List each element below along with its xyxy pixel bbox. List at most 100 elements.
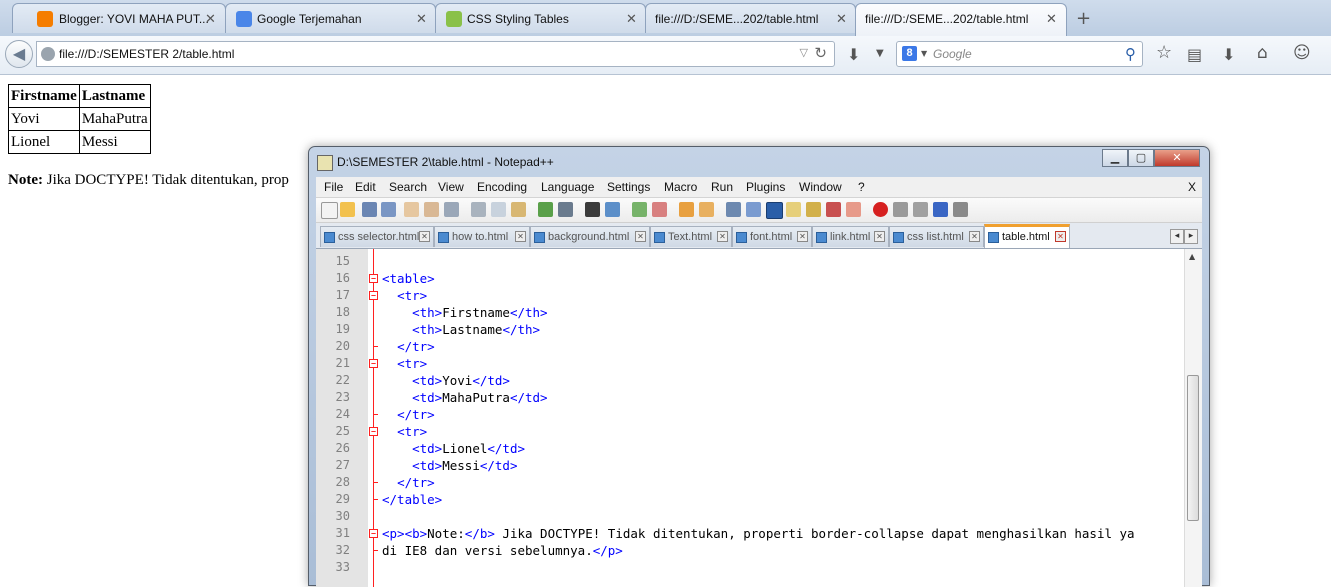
menu-help[interactable]: ? — [858, 180, 865, 194]
close-doc-icon[interactable]: ✕ — [969, 231, 980, 242]
save-icon[interactable] — [362, 202, 377, 217]
show-all-chars-icon[interactable] — [746, 202, 761, 217]
code-line[interactable]: 18 <th>Firstname</th> — [316, 304, 1182, 321]
indent-guide-icon[interactable] — [766, 202, 783, 219]
redo-icon[interactable] — [558, 202, 573, 217]
fold-toggle-icon[interactable]: − — [369, 274, 378, 283]
close-tab-icon[interactable]: ✕ — [836, 11, 847, 27]
vertical-scrollbar[interactable]: ▲ — [1184, 249, 1202, 587]
sync-vertical-icon[interactable] — [679, 202, 694, 217]
menu-macro[interactable]: Macro — [664, 180, 697, 194]
browser-tab[interactable]: Google Terjemahan ✕ — [225, 3, 436, 33]
code-line[interactable]: 26 <td>Lionel</td> — [316, 440, 1182, 457]
record-macro-icon[interactable] — [873, 202, 888, 217]
maximize-button[interactable]: ▢ — [1128, 149, 1154, 167]
code-line[interactable]: 33 — [316, 559, 1182, 576]
engine-dropdown-icon[interactable]: ▼ — [921, 49, 927, 58]
new-tab-button[interactable]: + — [1076, 8, 1091, 29]
close-tab-icon[interactable]: ✕ — [205, 11, 216, 27]
code-line[interactable]: 15 — [316, 253, 1182, 270]
paste-icon[interactable] — [511, 202, 526, 217]
replace-icon[interactable] — [605, 202, 620, 217]
save-macro-icon[interactable] — [953, 202, 968, 217]
smiley-icon[interactable]: ☺ — [1293, 43, 1311, 63]
close-tab-icon[interactable]: ✕ — [626, 11, 637, 27]
fold-toggle-icon[interactable]: − — [369, 359, 378, 368]
menu-window[interactable]: Window — [799, 180, 842, 194]
downloads-dropdown-icon[interactable]: ▼ — [876, 48, 884, 59]
close-tab-icon[interactable]: ✕ — [1046, 11, 1057, 27]
code-line[interactable]: 24 </tr> — [316, 406, 1182, 423]
search-icon[interactable]: ⚲ — [1125, 45, 1136, 63]
code-editor[interactable]: 15 16− <table> 17− <tr> 18 <th>Firstname</th… — [316, 249, 1202, 587]
code-line[interactable]: 25 − <tr> — [316, 423, 1182, 440]
bookmarks-menu-icon[interactable]: ▤ — [1187, 45, 1202, 64]
doc-tab[interactable]: css list.html ✕ — [889, 226, 984, 247]
cut-icon[interactable] — [471, 202, 486, 217]
code-line[interactable]: 21 − <tr> — [316, 355, 1182, 372]
downloads-arrow-icon[interactable]: ⬇ — [1222, 45, 1235, 64]
stop-macro-icon[interactable] — [893, 202, 908, 217]
zoom-out-icon[interactable] — [652, 202, 667, 217]
menu-plugins[interactable]: Plugins — [746, 180, 785, 194]
new-file-icon[interactable] — [321, 202, 338, 219]
minimize-button[interactable]: ▁ — [1102, 149, 1128, 167]
menu-search[interactable]: Search — [389, 180, 427, 194]
notepad-window[interactable]: D:\SEMESTER 2\table.html - Notepad++ ▁ ▢… — [308, 146, 1210, 587]
fold-toggle-icon[interactable]: − — [369, 529, 378, 538]
close-document-button[interactable]: X — [1188, 180, 1196, 194]
menu-edit[interactable]: Edit — [355, 180, 376, 194]
close-doc-icon[interactable]: ✕ — [1055, 231, 1066, 242]
download-icon[interactable]: ⬇ — [847, 45, 860, 64]
code-line[interactable]: 27 <td>Messi</td> — [316, 457, 1182, 474]
search-bar[interactable]: 8 ▼ Google ⚲ — [896, 41, 1143, 67]
open-file-icon[interactable] — [340, 202, 355, 217]
sync-horizontal-icon[interactable] — [699, 202, 714, 217]
browser-tab[interactable]: Blogger: YOVI MAHA PUT... ✕ — [12, 3, 226, 33]
word-wrap-icon[interactable] — [726, 202, 741, 217]
code-line[interactable]: 19 <th>Lastname</th> — [316, 321, 1182, 338]
close-doc-icon[interactable]: ✕ — [635, 231, 646, 242]
close-all-icon[interactable] — [424, 202, 439, 217]
menu-run[interactable]: Run — [711, 180, 733, 194]
menu-settings[interactable]: Settings — [607, 180, 650, 194]
close-doc-icon[interactable]: ✕ — [717, 231, 728, 242]
code-line[interactable]: 23 <td>MahaPutra</td> — [316, 389, 1182, 406]
close-doc-icon[interactable]: ✕ — [515, 231, 526, 242]
fold-toggle-icon[interactable]: − — [369, 291, 378, 300]
user-language-icon[interactable] — [786, 202, 801, 217]
browser-tab[interactable]: file:///D:/SEME...202/table.html ✕ — [645, 3, 856, 33]
code-line[interactable]: 28 </tr> — [316, 474, 1182, 491]
run-macro-multiple-icon[interactable] — [933, 202, 948, 217]
scrollbar-thumb[interactable] — [1187, 375, 1199, 521]
code-line[interactable]: 31 − <p><b>Note:</b> Jika DOCTYPE! Tidak d… — [316, 525, 1182, 542]
doc-tab[interactable]: font.html ✕ — [732, 226, 812, 247]
code-line[interactable]: 30 — [316, 508, 1182, 525]
undo-icon[interactable] — [538, 202, 553, 217]
find-icon[interactable] — [585, 202, 600, 217]
window-close-button[interactable]: ✕ — [1154, 149, 1200, 167]
menu-file[interactable]: File — [324, 180, 343, 194]
reload-icon[interactable]: ↻ — [814, 44, 827, 62]
folder-workspace-icon[interactable] — [846, 202, 861, 217]
doc-tab-active[interactable]: table.html ✕ — [984, 224, 1070, 248]
code-line[interactable]: 20 </tr> — [316, 338, 1182, 355]
doc-tab[interactable]: background.html ✕ — [530, 226, 650, 247]
function-list-icon[interactable] — [826, 202, 841, 217]
close-doc-icon[interactable]: ✕ — [797, 231, 808, 242]
code-line[interactable]: 29 </table> — [316, 491, 1182, 508]
history-dropdown-icon[interactable]: ▽ — [800, 46, 808, 59]
code-line[interactable]: 17 − <tr> — [316, 287, 1182, 304]
close-icon[interactable] — [404, 202, 419, 217]
menu-view[interactable]: View — [438, 180, 464, 194]
menu-language[interactable]: Language — [541, 180, 594, 194]
scroll-up-icon[interactable]: ▲ — [1189, 252, 1195, 261]
fold-toggle-icon[interactable]: − — [369, 427, 378, 436]
print-icon[interactable] — [444, 202, 459, 217]
doc-tab[interactable]: link.html ✕ — [812, 226, 889, 247]
code-line[interactable]: 32 di IE8 dan versi sebelumnya.</p> — [316, 542, 1182, 559]
browser-tab[interactable]: CSS Styling Tables ✕ — [435, 3, 646, 33]
code-line[interactable]: 16 − <table> — [316, 270, 1182, 287]
document-map-icon[interactable] — [806, 202, 821, 217]
zoom-in-icon[interactable] — [632, 202, 647, 217]
